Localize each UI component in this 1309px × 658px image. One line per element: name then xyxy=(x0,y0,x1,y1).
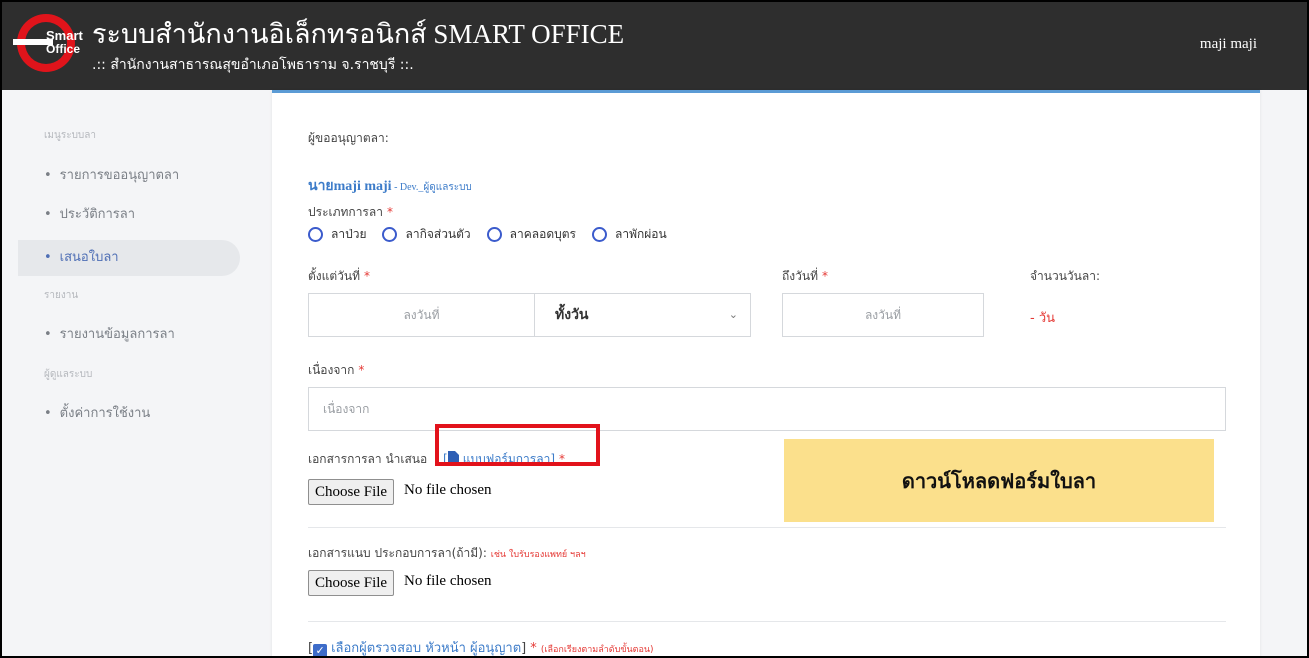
radio-maternity-leave[interactable]: ลาคลอดบุตร xyxy=(486,225,576,244)
approver-link-text[interactable]: เลือกผู้ตรวจสอบ หัวหน้า ผู้อนุญาต xyxy=(331,641,521,656)
radio-sick-leave[interactable]: ลาป่วย xyxy=(308,225,366,244)
required-mark: * xyxy=(358,363,365,377)
radio-circle-icon[interactable] xyxy=(382,227,398,242)
leave-document-label-text: เอกสารการลา นำเสนอ xyxy=(308,452,428,466)
approver-note: (เลือกเรียงตามลำดับขั้นตอน) xyxy=(540,645,654,655)
sidebar: เมนูระบบลา • รายการขออนุญาตลา • ประวัติการ… xyxy=(2,90,257,656)
leave-type-label: ประเภทการลา * xyxy=(308,203,393,222)
from-date-input[interactable]: ลงวันที่ xyxy=(308,293,535,337)
top-header: Smart Office ระบบสำนักงานอิเล็กทรอนิกส์ … xyxy=(2,2,1307,90)
sidebar-item-label: รายการขออนุญาตลา xyxy=(59,168,180,183)
required-mark: * xyxy=(364,269,371,283)
bullet-icon: • xyxy=(44,168,52,183)
organization-subtitle: .:: สำนักงานสาธารณสุขอำเภอโพธาราม จ.ราชบ… xyxy=(92,57,414,73)
from-date-label-text: ตั้งแต่วันที่ xyxy=(308,269,361,283)
user-menu[interactable]: maji maji xyxy=(1200,36,1257,53)
requester-role: - Dev._ผู้ดูแลระบบ xyxy=(391,182,472,193)
sidebar-item-settings[interactable]: • ตั้งค่าการใช้งาน xyxy=(18,396,240,432)
radio-circle-icon[interactable] xyxy=(592,227,607,242)
sidebar-heading-reports: รายงาน xyxy=(44,290,79,301)
required-mark: * xyxy=(530,641,537,656)
radio-label: ลาพักผ่อน xyxy=(615,227,667,241)
download-form-callout: ดาวน์โหลดฟอร์มใบลา xyxy=(784,439,1214,522)
radio-label: ลาป่วย xyxy=(331,227,367,241)
approver-select-link[interactable]: [✓ เลือกผู้ตรวจสอบ หัวหน้า ผู้อนุญาต] * (เ… xyxy=(308,637,654,656)
sidebar-item-leave-requests[interactable]: • รายการขออนุญาตลา xyxy=(18,158,240,194)
checkbox-checked-icon: ✓ xyxy=(313,644,328,656)
reason-label-text: เนื่องจาก xyxy=(308,363,355,377)
section-divider xyxy=(308,621,1226,622)
days-count-value: - วัน xyxy=(1030,311,1056,326)
leave-type-label-text: ประเภทการลา xyxy=(308,205,383,219)
required-mark: * xyxy=(386,205,393,219)
required-mark: * xyxy=(821,269,828,283)
requester-name-text: นายmaji maji xyxy=(308,179,392,194)
radio-circle-icon[interactable] xyxy=(486,227,502,242)
radio-vacation-leave[interactable]: ลาพักผ่อน xyxy=(592,225,667,244)
reason-label: เนื่องจาก * xyxy=(308,361,364,380)
bracket-close: ] xyxy=(521,641,527,656)
attachment-label: เอกสารแนบ ประกอบการลา(ถ้ามี): เช่น ใบรับ… xyxy=(308,544,586,563)
attachment-note: เช่น ใบรับรองแพทย์ ฯลฯ xyxy=(490,550,586,560)
days-count-label: จำนวนวันลา: xyxy=(1030,269,1100,283)
highlight-box-form-link xyxy=(435,424,600,466)
sidebar-item-label: ตั้งค่าการใช้งาน xyxy=(59,406,151,421)
section-divider xyxy=(308,527,1226,528)
requester-label: ผู้ขออนุญาตลา: xyxy=(308,131,389,145)
radio-personal-leave[interactable]: ลากิจส่วนตัว xyxy=(382,225,471,244)
leave-form-card: ผู้ขออนุญาตลา: นายmaji maji - Dev._ผู้ดู… xyxy=(272,90,1260,656)
sidebar-heading-admin: ผู้ดูแลระบบ xyxy=(44,369,93,380)
from-date-label: ตั้งแต่วันที่ * xyxy=(308,267,370,286)
bullet-icon: • xyxy=(44,327,52,342)
requester-name: นายmaji maji - Dev._ผู้ดูแลระบบ xyxy=(308,175,472,197)
period-select-value: ทั้งวัน xyxy=(555,308,589,323)
sidebar-item-label: รายงานข้อมูลการลา xyxy=(59,327,175,342)
bullet-icon: • xyxy=(44,406,52,421)
sidebar-item-leave-report[interactable]: • รายงานข้อมูลการลา xyxy=(18,317,240,353)
choose-file-button[interactable]: Choose File xyxy=(308,479,395,505)
choose-attachment-button[interactable]: Choose File xyxy=(308,570,395,596)
radio-label: ลากิจส่วนตัว xyxy=(405,227,471,241)
logo-text-office: Office xyxy=(46,42,81,56)
page-frame: Smart Office ระบบสำนักงานอิเล็กทรอนิกส์ … xyxy=(0,0,1309,658)
to-date-label-text: ถึงวันที่ xyxy=(782,269,818,283)
app-title: ระบบสำนักงานอิเล็กทรอนิกส์ SMART OFFICE xyxy=(92,19,625,49)
sidebar-item-label: เสนอใบลา xyxy=(59,250,119,265)
radio-label: ลาคลอดบุตร xyxy=(509,227,576,241)
attachment-status-text: No file chosen xyxy=(404,573,492,589)
sidebar-item-label: ประวัติการลา xyxy=(59,207,136,222)
attachment-label-text: เอกสารแนบ ประกอบการลา(ถ้ามี): xyxy=(308,546,487,560)
chevron-down-icon: ⌄ xyxy=(728,308,738,321)
sidebar-item-submit-leave[interactable]: • เสนอใบลา xyxy=(18,240,240,276)
sidebar-item-leave-history[interactable]: • ประวัติการลา xyxy=(18,197,240,233)
leave-type-radio-group: ลาป่วย ลากิจส่วนตัว ลาคลอดบุตร ลาพักผ่อน xyxy=(308,225,683,244)
sidebar-heading-leave-menu: เมนูระบบลา xyxy=(44,130,97,141)
logo-text-smart: Smart xyxy=(46,28,83,43)
bullet-icon: • xyxy=(44,250,52,265)
to-date-label: ถึงวันที่ * xyxy=(782,267,828,286)
file-status-text: No file chosen xyxy=(404,482,492,498)
smart-office-logo[interactable]: Smart Office xyxy=(13,14,83,72)
period-select[interactable]: ทั้งวัน ⌄ xyxy=(535,293,751,337)
to-date-input[interactable]: ลงวันที่ xyxy=(782,293,984,337)
bullet-icon: • xyxy=(44,207,52,222)
radio-circle-icon[interactable] xyxy=(308,227,323,242)
